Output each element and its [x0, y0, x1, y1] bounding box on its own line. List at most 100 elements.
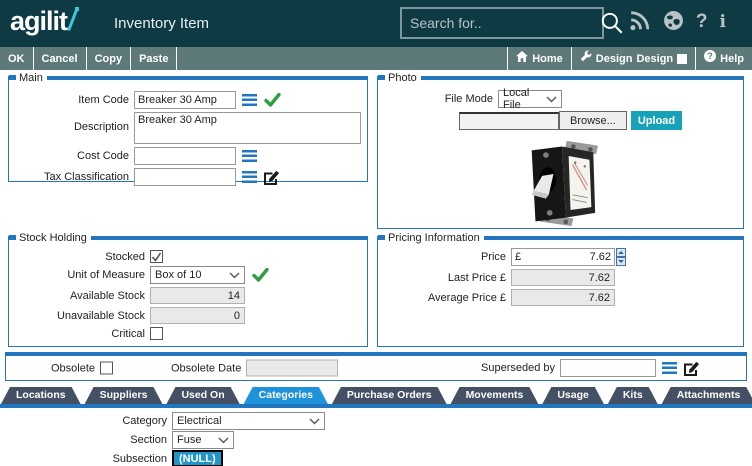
tab-attachments[interactable]: Attachments	[662, 387, 752, 404]
search-icon[interactable]	[599, 10, 625, 36]
item-code-input[interactable]	[134, 91, 236, 109]
tax-classification-edit-icon[interactable]	[263, 170, 280, 185]
superseded-by-edit-icon[interactable]	[683, 361, 700, 376]
subsection-select-focused[interactable]: (NULL)	[172, 450, 223, 466]
search-input[interactable]	[402, 15, 599, 31]
price-spinner[interactable]	[616, 248, 626, 266]
pricing-information-panel: Pricing Information Price £ 7.62 Last Pr…	[377, 236, 744, 347]
photo-panel: Photo File Mode Local File Browse... Upl…	[377, 76, 744, 229]
cancel-button[interactable]: Cancel	[34, 47, 87, 70]
detail-tabs: Locations Suppliers Used On Categories P…	[1, 387, 751, 404]
help-button[interactable]: ? Help	[695, 47, 752, 70]
inventory-item-screen: agilit/ Inventory Item	[0, 0, 752, 466]
description-label: Description	[15, 121, 134, 133]
tab-locations[interactable]: Locations	[1, 387, 81, 404]
logo-text: agilit	[10, 6, 67, 36]
stock-holding-legend: Stock Holding	[19, 232, 87, 244]
critical-checkbox[interactable]	[150, 327, 163, 340]
ok-button[interactable]: OK	[0, 47, 34, 70]
design-checkbox[interactable]	[677, 54, 687, 64]
tax-classification-lookup-icon[interactable]	[242, 171, 257, 183]
home-icon	[516, 48, 528, 70]
last-price-label: Last Price £	[384, 272, 511, 284]
file-path-input[interactable]	[459, 112, 559, 130]
critical-label: Critical	[15, 328, 150, 340]
legend-bullet	[9, 75, 16, 80]
uom-valid-check-icon	[252, 268, 269, 282]
upload-button[interactable]: Upload	[631, 111, 682, 130]
file-mode-select[interactable]: Local File	[498, 90, 562, 108]
unit-of-measure-select[interactable]: Box of 10	[150, 266, 245, 284]
average-price-value: 7.62	[511, 289, 615, 306]
legend-bullet	[9, 235, 16, 240]
pricing-legend: Pricing Information	[388, 232, 480, 244]
unavailable-stock-value: 0	[150, 307, 245, 324]
price-input[interactable]: £ 7.62	[511, 248, 615, 266]
tax-classification-input[interactable]	[134, 168, 236, 186]
description-textarea[interactable]: Breaker 30 Amp	[134, 112, 361, 144]
chevron-down-icon	[229, 272, 240, 279]
app-header: agilit/ Inventory Item	[0, 0, 752, 47]
superseded-by-lookup-icon[interactable]	[662, 362, 677, 374]
home-button[interactable]: Home	[507, 47, 571, 70]
legend-bullet	[378, 235, 385, 240]
cost-code-input[interactable]	[134, 147, 236, 165]
toolbar-right-group: Home DesignDesign ? Help	[507, 47, 752, 70]
available-stock-value: 14	[150, 287, 245, 304]
superseded-by-label: Superseded by	[481, 362, 560, 374]
main-panel: Main Item Code Description Breaker 30 Am…	[8, 76, 368, 182]
toolbar-left-group: OK Cancel Copy Paste	[0, 47, 177, 70]
wrench-icon	[580, 48, 592, 70]
info-icon[interactable]: i	[720, 11, 726, 33]
page-title: Inventory Item	[114, 15, 209, 32]
obsolete-date-value	[246, 360, 338, 377]
stocked-label: Stocked	[15, 251, 150, 263]
browse-button[interactable]: Browse...	[559, 111, 627, 130]
tab-used-on[interactable]: Used On	[166, 387, 239, 404]
unit-of-measure-label: Unit of Measure	[15, 269, 150, 281]
svg-text:?: ?	[707, 51, 713, 61]
copy-button[interactable]: Copy	[87, 47, 132, 70]
obsolete-date-label: Obsolete Date	[171, 362, 246, 374]
cost-code-label: Cost Code	[15, 150, 134, 162]
superseded-by-input[interactable]	[560, 359, 656, 377]
obsolete-checkbox[interactable]	[100, 362, 113, 375]
paste-button[interactable]: Paste	[131, 47, 177, 70]
rss-icon[interactable]	[629, 10, 651, 34]
main-legend: Main	[19, 72, 43, 84]
obsolete-panel: Obsolete Obsolete Date Superseded by	[5, 352, 747, 381]
logo-slash: /	[67, 6, 75, 36]
section-select[interactable]: Fuse	[172, 431, 234, 449]
obsolete-label: Obsolete	[51, 362, 100, 374]
search-box[interactable]	[400, 7, 604, 39]
item-code-label: Item Code	[15, 94, 134, 106]
chevron-down-icon	[309, 418, 320, 425]
last-price-value: 7.62	[511, 269, 615, 286]
subsection-label: Subsection	[0, 453, 172, 465]
price-label: Price	[384, 251, 511, 263]
tab-kits[interactable]: Kits	[608, 387, 658, 404]
tab-suppliers[interactable]: Suppliers	[85, 387, 163, 404]
cost-code-lookup-icon[interactable]	[242, 150, 257, 162]
tab-underline	[0, 404, 752, 408]
help-circle-icon: ?	[704, 48, 716, 70]
tax-classification-label: Tax Classification	[15, 171, 134, 183]
stocked-checkbox[interactable]	[150, 250, 163, 263]
globe-icon[interactable]	[663, 10, 684, 34]
categories-tab-content: Category Electrical Section Fuse Subsect…	[0, 412, 752, 466]
file-mode-label: File Mode	[384, 93, 498, 105]
design-button[interactable]: DesignDesign	[571, 47, 695, 70]
category-select[interactable]: Electrical	[172, 412, 325, 430]
tab-categories[interactable]: Categories	[244, 387, 328, 404]
available-stock-label: Available Stock	[15, 290, 150, 302]
tab-movements[interactable]: Movements	[451, 387, 539, 404]
toolbar: OK Cancel Copy Paste Home DesignDesign	[0, 47, 752, 70]
tab-usage[interactable]: Usage	[542, 387, 604, 404]
tab-purchase-orders[interactable]: Purchase Orders	[332, 387, 447, 404]
stock-holding-panel: Stock Holding Stocked Unit of Measure Bo…	[8, 236, 368, 347]
agility-logo: agilit/	[10, 6, 75, 37]
section-label: Section	[0, 434, 172, 446]
item-code-lookup-icon[interactable]	[242, 94, 257, 106]
unavailable-stock-label: Unavailable Stock	[15, 310, 150, 322]
question-icon[interactable]: ?	[696, 11, 708, 33]
